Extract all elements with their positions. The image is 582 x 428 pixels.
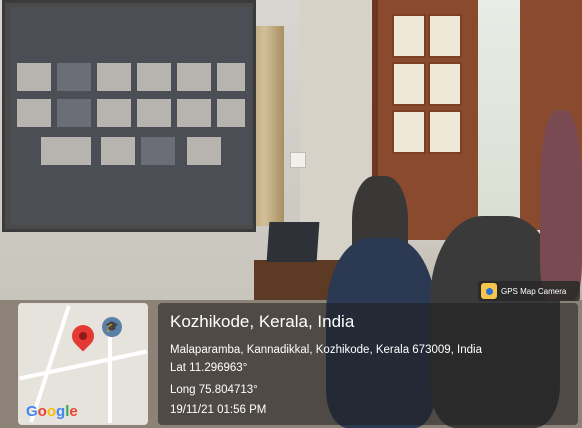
video-tile xyxy=(187,137,221,165)
video-tile xyxy=(137,63,171,91)
video-tile xyxy=(17,99,51,127)
gps-map-camera-badge: GPS Map Camera xyxy=(478,281,580,301)
video-tile xyxy=(177,63,211,91)
video-tile xyxy=(137,99,171,127)
door-pane xyxy=(392,62,426,106)
projected-video-call xyxy=(11,7,251,225)
video-tile xyxy=(97,99,131,127)
door-pane xyxy=(392,14,426,58)
door-pane xyxy=(428,14,462,58)
video-tile xyxy=(41,137,91,165)
door-pane xyxy=(428,62,462,106)
timestamp-text: 19/11/21 01:56 PM xyxy=(170,404,267,416)
video-tile xyxy=(57,63,91,91)
google-logo: Google xyxy=(26,403,78,420)
latitude-text: Lat 11.296963° xyxy=(170,362,248,374)
gps-camera-icon xyxy=(481,283,497,299)
projector-board xyxy=(2,0,256,232)
video-tile xyxy=(177,99,211,127)
longitude-text: Long 75.804713° xyxy=(170,384,258,396)
map-pin-dot xyxy=(79,332,87,340)
wall-socket xyxy=(290,152,306,168)
video-tile xyxy=(217,99,245,127)
video-tile xyxy=(97,63,131,91)
map-thumbnail: 🎓 Google xyxy=(18,303,148,425)
location-title: Kozhikode, Kerala, India xyxy=(170,312,355,331)
door-pane xyxy=(392,110,426,154)
school-icon: 🎓 xyxy=(102,317,122,337)
google-logo-g: G xyxy=(26,403,38,420)
address-text: Malaparamba, Kannadikkal, Kozhikode, Ker… xyxy=(170,344,482,356)
video-tile xyxy=(141,137,175,165)
map-road xyxy=(108,333,112,423)
video-tile xyxy=(217,63,245,91)
person-standing xyxy=(540,110,582,300)
video-tile xyxy=(17,63,51,91)
gps-badge-label: GPS Map Camera xyxy=(501,286,567,296)
video-tile xyxy=(57,99,91,127)
map-road xyxy=(19,349,147,381)
laptop xyxy=(266,222,320,262)
video-tile xyxy=(101,137,135,165)
photo: GPS Map Camera 🎓 Google Kozhikode, Keral… xyxy=(0,0,582,428)
door-pane xyxy=(428,110,462,154)
